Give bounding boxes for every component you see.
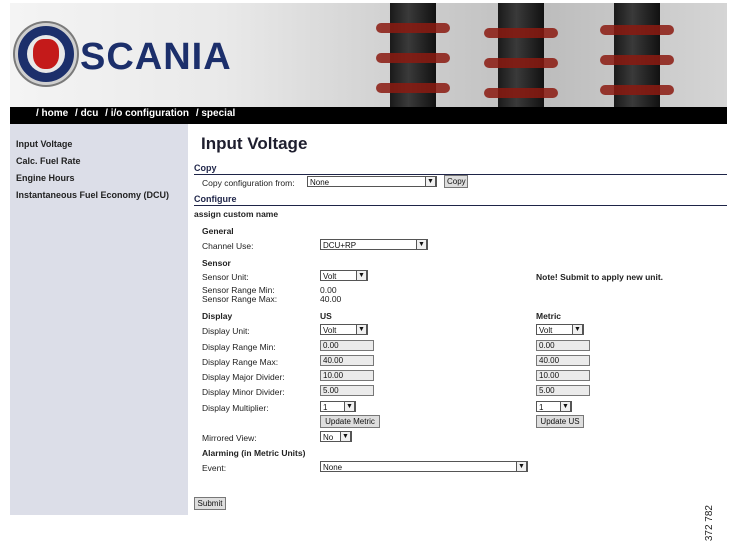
sidebar: Input Voltage Calc. Fuel Rate Engine Hou… [10,124,188,515]
display-unit-metric-select[interactable]: Volt ▼ [536,324,584,335]
decorative-gear [484,3,558,107]
display-multiplier-label: Display Multiplier: [202,403,269,413]
decorative-gear [600,3,674,107]
sensor-header: Sensor [202,258,231,268]
scania-logo-icon [15,23,77,85]
mirrored-view-select[interactable]: No ▼ [320,431,352,442]
breadcrumb-special[interactable]: / special [196,108,235,119]
display-major-divider-metric-input[interactable]: 10.00 [536,370,590,381]
brand-name: SCANIA [80,36,232,78]
range-max-value: 40.00 [320,294,342,304]
chevron-down-icon: ▼ [572,324,583,335]
sensor-unit-select[interactable]: Volt ▼ [320,270,368,281]
chevron-down-icon: ▼ [560,401,571,412]
assign-custom-name-link[interactable]: assign custom name [194,209,278,219]
configure-section-header: Configure [194,194,727,206]
event-select[interactable]: None ▼ [320,461,528,472]
display-major-divider-us-input[interactable]: 10.00 [320,370,374,381]
chevron-down-icon: ▼ [356,324,367,335]
unit-note: Note! Submit to apply new unit. [536,272,664,282]
display-minor-divider-label: Display Minor Divider: [202,387,285,397]
sidebar-item-fuel-economy[interactable]: Instantaneous Fuel Economy (DCU) [16,187,188,204]
metric-column-header: Metric [536,311,562,321]
display-major-divider-label: Display Major Divider: [202,372,285,382]
copy-config-label: Copy configuration from: [202,178,295,188]
display-minor-divider-metric-input[interactable]: 5.00 [536,385,590,396]
decorative-gear [376,3,450,107]
chevron-down-icon: ▼ [516,461,527,472]
sidebar-item-input-voltage[interactable]: Input Voltage [16,136,188,153]
channel-use-label: Channel Use: [202,241,254,251]
breadcrumb-dcu[interactable]: / dcu [75,108,98,119]
display-header: Display [202,311,233,321]
chevron-down-icon: ▼ [416,239,427,250]
copy-config-select[interactable]: None ▼ [307,176,437,187]
display-range-min-metric-input[interactable]: 0.00 [536,340,590,351]
header-banner: SCANIA [10,3,727,107]
app-frame: SCANIA / home / dcu / i/o configuration … [10,3,727,541]
display-minor-divider-us-input[interactable]: 5.00 [320,385,374,396]
breadcrumb-io-configuration[interactable]: / i/o configuration [105,108,189,119]
display-unit-label: Display Unit: [202,326,250,336]
event-label: Event: [202,463,227,473]
display-range-max-label: Display Range Max: [202,357,279,367]
mirrored-view-label: Mirrored View: [202,433,257,443]
chevron-down-icon: ▼ [340,431,351,442]
figure-number: 372 782 [704,505,715,541]
page-title: Input Voltage [201,134,308,153]
channel-use-select[interactable]: DCU+RP ▼ [320,239,428,250]
range-max-label: Sensor Range Max: [202,294,278,304]
us-column-header: US [320,311,332,321]
chevron-down-icon: ▼ [356,270,367,281]
display-range-min-us-input[interactable]: 0.00 [320,340,374,351]
sensor-unit-label: Sensor Unit: [202,272,249,282]
display-range-min-label: Display Range Min: [202,342,276,352]
breadcrumb: / home / dcu / i/o configuration / speci… [10,107,727,124]
sidebar-item-calc-fuel-rate[interactable]: Calc. Fuel Rate [16,153,188,170]
display-unit-us-select[interactable]: Volt ▼ [320,324,368,335]
display-multiplier-us-select[interactable]: 1 ▼ [320,401,356,412]
chevron-down-icon: ▼ [344,401,355,412]
copy-button[interactable]: Copy [444,175,468,188]
submit-button[interactable]: Submit [194,497,226,510]
main-content: Input Voltage Copy Copy configuration fr… [194,124,727,515]
display-range-max-us-input[interactable]: 40.00 [320,355,374,366]
alarming-header: Alarming (in Metric Units) [202,448,306,458]
general-header: General [202,226,234,236]
display-multiplier-metric-select[interactable]: 1 ▼ [536,401,572,412]
breadcrumb-home[interactable]: / home [36,108,68,119]
copy-section-header: Copy [194,163,727,175]
update-us-button[interactable]: Update US [536,415,584,428]
update-metric-button[interactable]: Update Metric [320,415,380,428]
chevron-down-icon: ▼ [425,176,436,187]
display-range-max-metric-input[interactable]: 40.00 [536,355,590,366]
sidebar-item-engine-hours[interactable]: Engine Hours [16,170,188,187]
